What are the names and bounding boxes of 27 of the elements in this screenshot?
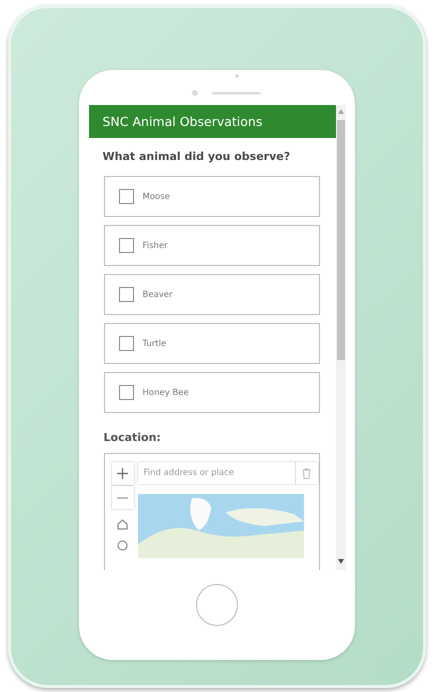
app-title: SNC Animal Observations bbox=[88, 105, 336, 138]
option-choice[interactable]: Honey Bee bbox=[104, 372, 320, 413]
option-choice[interactable]: Moose bbox=[104, 176, 320, 217]
scrollbar[interactable] bbox=[336, 105, 346, 570]
scroll-up-icon bbox=[338, 109, 344, 114]
question-label: What animal did you observe? bbox=[102, 149, 292, 165]
scroll-down-icon bbox=[338, 559, 344, 564]
location-label: Location: bbox=[102, 430, 162, 446]
zoom-out-button[interactable] bbox=[112, 486, 134, 509]
plus-icon bbox=[117, 468, 128, 479]
option-choice[interactable]: Turtle bbox=[104, 323, 320, 364]
locate-icon bbox=[117, 540, 128, 550]
option-choice[interactable]: Beaver bbox=[104, 274, 320, 315]
delete-button[interactable] bbox=[296, 462, 318, 484]
option-choice[interactable]: Fisher bbox=[104, 225, 320, 266]
checkbox[interactable] bbox=[118, 287, 134, 302]
phone-sensors-drawing bbox=[192, 73, 262, 99]
checkbox[interactable] bbox=[118, 238, 134, 253]
trash-icon bbox=[302, 468, 311, 478]
checkbox[interactable] bbox=[118, 336, 134, 351]
home-hardware-button[interactable] bbox=[196, 584, 238, 626]
zoom-in-button[interactable] bbox=[112, 462, 134, 485]
minus-icon bbox=[117, 496, 128, 498]
search-field[interactable]: Find address or place bbox=[138, 462, 296, 484]
home-icon bbox=[117, 518, 128, 530]
checkbox[interactable] bbox=[118, 189, 134, 204]
checkbox[interactable] bbox=[118, 385, 134, 400]
